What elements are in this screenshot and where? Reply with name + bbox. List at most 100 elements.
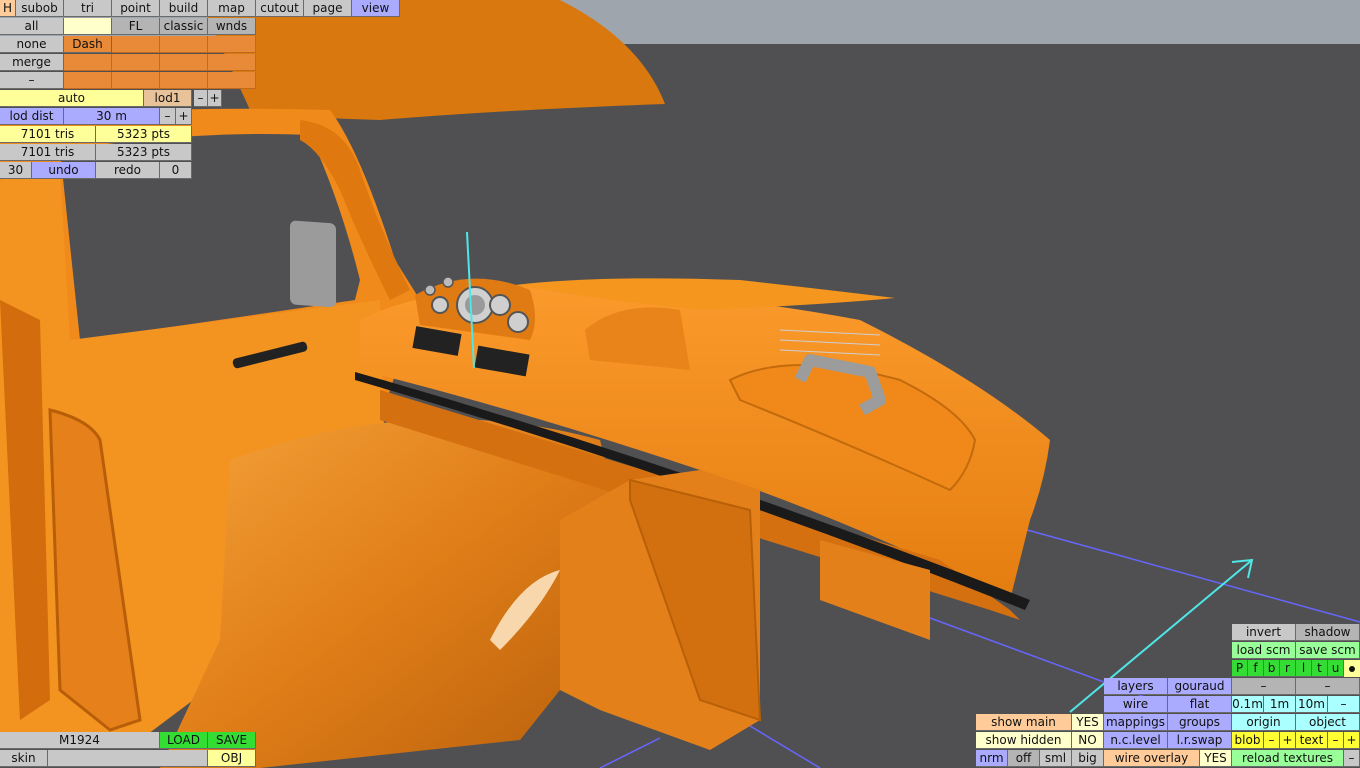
obj-button[interactable]: OBJ <box>208 750 256 767</box>
tab-view[interactable]: view <box>352 0 400 17</box>
tab-subob[interactable]: subob <box>16 0 64 17</box>
lod-auto-button[interactable]: auto <box>0 90 144 107</box>
text-minus-button[interactable]: – <box>1328 732 1344 749</box>
show-main-label[interactable]: show main <box>976 714 1072 731</box>
nrm-button[interactable]: nrm <box>976 750 1008 767</box>
layer-cell[interactable] <box>64 72 112 89</box>
load-scm-button[interactable]: load scm <box>1232 642 1296 659</box>
lod-dist-label: lod dist <box>0 108 64 125</box>
classic-button[interactable]: classic <box>160 18 208 35</box>
axis-b[interactable]: b <box>1264 660 1280 677</box>
wire-button[interactable]: wire <box>1104 696 1168 713</box>
gouraud-button[interactable]: gouraud <box>1168 678 1232 695</box>
save-scm-button[interactable]: save scm <box>1296 642 1360 659</box>
layer-cell[interactable] <box>208 72 256 89</box>
tab-page[interactable]: page <box>304 0 352 17</box>
mappings-button[interactable]: mappings <box>1104 714 1168 731</box>
layer-cell[interactable] <box>160 72 208 89</box>
redo-button[interactable]: redo <box>96 162 160 179</box>
layer-cell[interactable] <box>112 72 160 89</box>
off-button[interactable]: off <box>1008 750 1040 767</box>
tab-cutout[interactable]: cutout <box>256 0 304 17</box>
reload-minus-button[interactable]: – <box>1344 750 1360 767</box>
blob-minus-button[interactable]: – <box>1264 732 1280 749</box>
reload-textures-button[interactable]: reload textures <box>1232 750 1344 767</box>
big-button[interactable]: big <box>1072 750 1104 767</box>
wnds-button[interactable]: wnds <box>208 18 256 35</box>
step-01m-button[interactable]: 0.1m <box>1232 696 1264 713</box>
tris-count: 7101 tris <box>0 126 96 143</box>
undo-button[interactable]: undo <box>32 162 96 179</box>
lod-minus-button[interactable]: – <box>194 90 208 107</box>
side-mirror <box>290 220 336 308</box>
layer-cell[interactable] <box>160 36 208 53</box>
tab-tri[interactable]: tri <box>64 0 112 17</box>
text-plus-button[interactable]: + <box>1344 732 1360 749</box>
show-hidden-label[interactable]: show hidden <box>976 732 1072 749</box>
step-1m-button[interactable]: 1m <box>1264 696 1296 713</box>
axis-t[interactable]: t <box>1312 660 1328 677</box>
axis-r[interactable]: r <box>1280 660 1296 677</box>
pts-count-total: 5323 pts <box>96 144 192 161</box>
save-button[interactable]: SAVE <box>208 732 256 749</box>
wire-overlay-button[interactable]: wire overlay <box>1104 750 1200 767</box>
redo-count: 0 <box>160 162 192 179</box>
layer-cell[interactable] <box>208 36 256 53</box>
show-main-value[interactable]: YES <box>1072 714 1104 731</box>
layer-dash[interactable]: Dash <box>64 36 112 53</box>
minus-button[interactable]: – <box>0 72 64 89</box>
3d-viewport[interactable] <box>0 0 1360 768</box>
select-none-button[interactable]: none <box>0 36 64 53</box>
axis-l[interactable]: l <box>1296 660 1312 677</box>
lr-swap-button[interactable]: l.r.swap <box>1168 732 1232 749</box>
show-hidden-value[interactable]: NO <box>1072 732 1104 749</box>
model-name[interactable]: M1924 <box>0 732 160 749</box>
skin-field[interactable] <box>48 750 208 767</box>
blob-button[interactable]: blob <box>1232 732 1264 749</box>
text-button[interactable]: text <box>1296 732 1328 749</box>
layers-button[interactable]: layers <box>1104 678 1168 695</box>
lod-dist-minus[interactable]: – <box>160 108 176 125</box>
object-button[interactable]: object <box>1296 714 1360 731</box>
fl-button[interactable]: FL <box>112 18 160 35</box>
layer-cell[interactable] <box>160 54 208 71</box>
dash-button-1[interactable]: – <box>1232 678 1296 695</box>
lod-level[interactable]: lod1 <box>144 90 192 107</box>
layer-cell[interactable] <box>64 54 112 71</box>
pts-count: 5323 pts <box>96 126 192 143</box>
lod-dist-value[interactable]: 30 m <box>64 108 160 125</box>
select-all-button[interactable]: all <box>0 18 64 35</box>
layer-cell[interactable] <box>112 36 160 53</box>
select-slot-empty[interactable] <box>64 18 112 35</box>
axis-f[interactable]: f <box>1248 660 1264 677</box>
layer-cell[interactable] <box>112 54 160 71</box>
tris-count-total: 7101 tris <box>0 144 96 161</box>
invert-button[interactable]: invert <box>1232 624 1296 641</box>
layer-cell[interactable] <box>208 54 256 71</box>
load-button[interactable]: LOAD <box>160 732 208 749</box>
step-10m-button[interactable]: 10m <box>1296 696 1328 713</box>
lod-plus-button[interactable]: + <box>208 90 222 107</box>
dot-toggle[interactable] <box>1344 660 1360 677</box>
shadow-button[interactable]: shadow <box>1296 624 1360 641</box>
nc-level-button[interactable]: n.c.level <box>1104 732 1168 749</box>
tab-map[interactable]: map <box>208 0 256 17</box>
origin-button[interactable]: origin <box>1232 714 1296 731</box>
sml-button[interactable]: sml <box>1040 750 1072 767</box>
undo-count: 30 <box>0 162 32 179</box>
groups-button[interactable]: groups <box>1168 714 1232 731</box>
merge-button[interactable]: merge <box>0 54 64 71</box>
tab-point[interactable]: point <box>112 0 160 17</box>
tab-h[interactable]: H <box>0 0 16 17</box>
axis-p[interactable]: P <box>1232 660 1248 677</box>
flat-button[interactable]: flat <box>1168 696 1232 713</box>
axis-u[interactable]: u <box>1328 660 1344 677</box>
dot-icon <box>1349 666 1355 672</box>
blob-plus-button[interactable]: + <box>1280 732 1296 749</box>
skin-label: skin <box>0 750 48 767</box>
dash-button-2[interactable]: – <box>1296 678 1360 695</box>
step-minus-button[interactable]: – <box>1328 696 1360 713</box>
wire-overlay-value[interactable]: YES <box>1200 750 1232 767</box>
lod-dist-plus[interactable]: + <box>176 108 192 125</box>
tab-build[interactable]: build <box>160 0 208 17</box>
